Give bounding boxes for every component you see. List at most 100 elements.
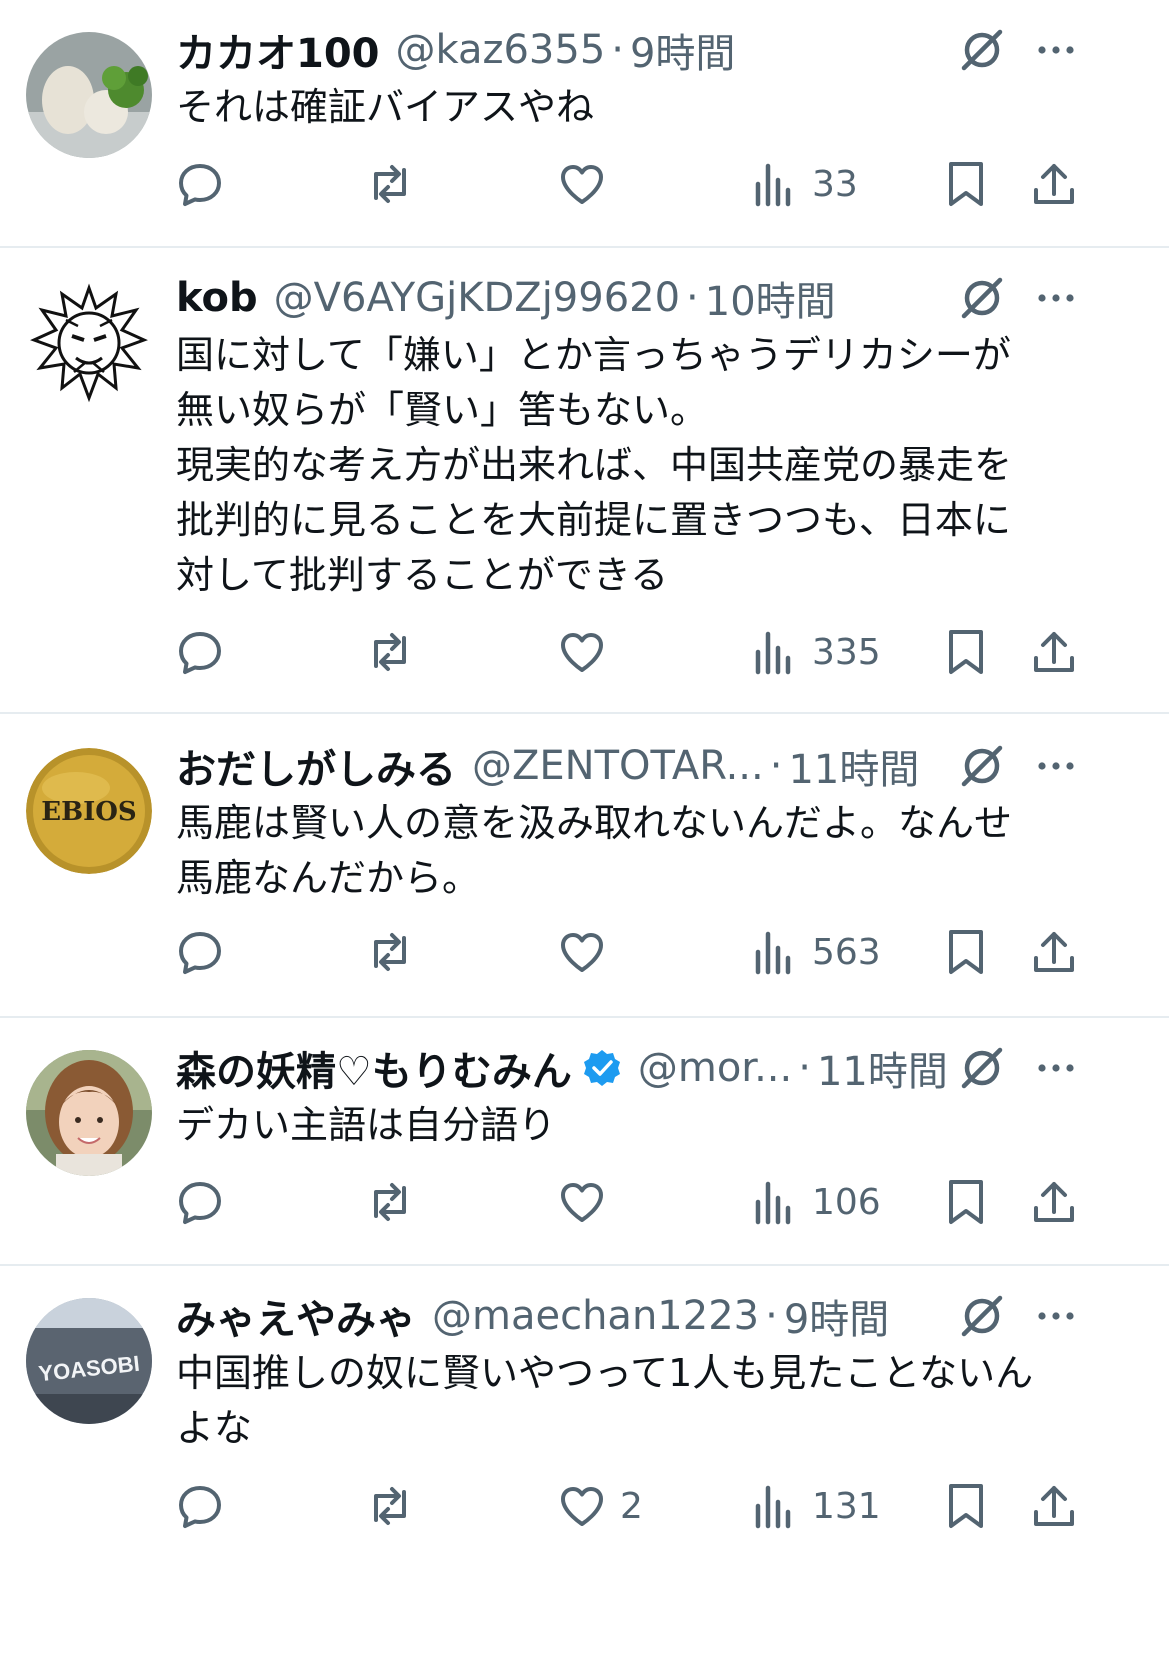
tweet-actions: 335 xyxy=(0,624,1169,680)
views-button[interactable]: 131 xyxy=(750,1478,881,1534)
grok-icon[interactable] xyxy=(958,1044,1006,1092)
grok-icon[interactable] xyxy=(958,742,1006,790)
tweet-text: 馬鹿は賢い人の意を汲み取れないんだよ。なんせ 馬鹿なんだから。 xyxy=(176,801,1013,900)
share-button[interactable] xyxy=(1030,1478,1078,1534)
views-icon xyxy=(755,931,791,975)
tweet-actions: 563 xyxy=(0,924,1169,980)
bookmark-icon xyxy=(949,1180,983,1224)
tweet[interactable]: kob @V6AYGjKDZj99620 · 10時間 国に対して「嫌い」とか言… xyxy=(0,248,1169,712)
avatar[interactable] xyxy=(26,32,152,158)
reply-button[interactable] xyxy=(176,1174,224,1230)
bookmark-button[interactable] xyxy=(942,924,990,980)
repost-button[interactable] xyxy=(366,1478,414,1534)
separator-dot: · xyxy=(611,27,624,73)
more-icon[interactable] xyxy=(1034,1292,1078,1340)
display-name[interactable]: みゃえやみゃ xyxy=(176,1288,416,1344)
like-button[interactable] xyxy=(558,624,620,680)
bookmark-icon xyxy=(949,1484,983,1528)
repost-button[interactable] xyxy=(366,1174,414,1230)
bookmark-button[interactable] xyxy=(942,156,990,212)
user-handle[interactable]: @kaz6355 xyxy=(396,27,606,73)
tweet-header: kob @V6AYGjKDZj99620 · 10時間 xyxy=(176,270,1019,326)
views-button[interactable]: 335 xyxy=(750,624,881,680)
display-name[interactable]: kob xyxy=(176,275,258,321)
repost-icon xyxy=(374,165,406,203)
share-icon xyxy=(1034,1486,1074,1526)
avatar-ebios-image: EBIOS xyxy=(26,748,152,874)
avatar[interactable]: YOASOBI xyxy=(26,1298,152,1424)
tweet[interactable]: EBIOS おだしがしみる @ZENTOTAR... · 11時間 馬鹿は賢い人… xyxy=(0,714,1169,1016)
display-name[interactable]: カカオ100 xyxy=(176,22,380,78)
bookmark-icon xyxy=(949,930,983,974)
views-icon xyxy=(755,1485,791,1529)
reply-icon xyxy=(179,932,221,974)
more-icon[interactable] xyxy=(1034,26,1078,74)
views-button[interactable]: 33 xyxy=(750,156,858,212)
view-count: 335 xyxy=(812,631,881,673)
share-icon xyxy=(1034,632,1074,672)
verified-badge-icon xyxy=(582,1048,622,1088)
like-button[interactable]: 2 xyxy=(558,1478,643,1534)
reply-button[interactable] xyxy=(176,624,224,680)
separator-dot: · xyxy=(798,1045,811,1091)
timestamp[interactable]: 11時間 xyxy=(788,738,919,794)
repost-button[interactable] xyxy=(366,156,414,212)
user-handle[interactable]: @ZENTOTAR... xyxy=(472,743,764,789)
reply-button[interactable] xyxy=(176,1478,224,1534)
avatar[interactable]: EBIOS xyxy=(26,748,152,874)
share-button[interactable] xyxy=(1030,1174,1078,1230)
repost-button[interactable] xyxy=(366,624,414,680)
user-handle[interactable]: @mor... xyxy=(638,1045,792,1091)
views-button[interactable]: 563 xyxy=(750,924,881,980)
user-handle[interactable]: @V6AYGjKDZj99620 xyxy=(274,275,680,321)
separator-dot: · xyxy=(765,1293,778,1339)
like-icon xyxy=(561,1487,603,1526)
more-icon[interactable] xyxy=(1034,742,1078,790)
grok-icon[interactable] xyxy=(958,26,1006,74)
tweet[interactable]: 森の妖精♡もりむみん @mor... · 11時間 デカい主語は自分語り 106 xyxy=(0,1018,1169,1264)
more-icon[interactable] xyxy=(1034,1044,1078,1092)
reply-button[interactable] xyxy=(176,156,224,212)
tweet-actions: 2 131 xyxy=(0,1478,1169,1534)
timestamp[interactable]: 11時間 xyxy=(817,1040,948,1096)
bookmark-button[interactable] xyxy=(942,1478,990,1534)
tweet-header: カカオ100 @kaz6355 · 9時間 xyxy=(176,22,1019,78)
tweet[interactable]: YOASOBI みゃえやみゃ @maechan1223 · 9時間 中国推しの奴… xyxy=(0,1266,1169,1657)
share-button[interactable] xyxy=(1030,924,1078,980)
like-button[interactable] xyxy=(558,924,620,980)
bookmark-button[interactable] xyxy=(942,624,990,680)
reply-icon xyxy=(179,1486,221,1528)
avatar[interactable] xyxy=(26,1050,152,1176)
share-button[interactable] xyxy=(1030,156,1078,212)
tweet[interactable]: カカオ100 @kaz6355 · 9時間 それは確証バイアスやね 33 xyxy=(0,0,1169,246)
display-name[interactable]: おだしがしみる xyxy=(176,738,456,794)
avatar-logo-text: EBIOS xyxy=(41,797,136,827)
views-icon xyxy=(755,163,791,207)
share-button[interactable] xyxy=(1030,624,1078,680)
timestamp[interactable]: 9時間 xyxy=(784,1288,889,1344)
tweet-header: おだしがしみる @ZENTOTAR... · 11時間 xyxy=(176,738,1019,794)
grok-icon[interactable] xyxy=(958,274,1006,322)
more-icon[interactable] xyxy=(1034,274,1078,322)
timestamp[interactable]: 10時間 xyxy=(705,270,836,326)
timestamp[interactable]: 9時間 xyxy=(630,22,735,78)
like-icon xyxy=(561,1183,603,1222)
grok-icon[interactable] xyxy=(958,1292,1006,1340)
view-count: 131 xyxy=(812,1485,881,1527)
like-button[interactable] xyxy=(558,156,620,212)
user-handle[interactable]: @maechan1223 xyxy=(432,1293,759,1339)
like-icon xyxy=(561,633,603,672)
display-name[interactable]: 森の妖精♡もりむみん xyxy=(176,1040,572,1096)
repost-button[interactable] xyxy=(366,924,414,980)
avatar[interactable] xyxy=(26,280,152,406)
like-count: 2 xyxy=(620,1485,643,1527)
repost-icon xyxy=(374,933,406,971)
reply-button[interactable] xyxy=(176,924,224,980)
like-button[interactable] xyxy=(558,1174,620,1230)
views-icon xyxy=(755,631,791,675)
tweet-text: デカい主語は自分語り xyxy=(176,1103,557,1147)
tweet-header: みゃえやみゃ @maechan1223 · 9時間 xyxy=(176,1288,1019,1344)
bookmark-button[interactable] xyxy=(942,1174,990,1230)
views-button[interactable]: 106 xyxy=(750,1174,881,1230)
separator-dot: · xyxy=(686,275,699,321)
